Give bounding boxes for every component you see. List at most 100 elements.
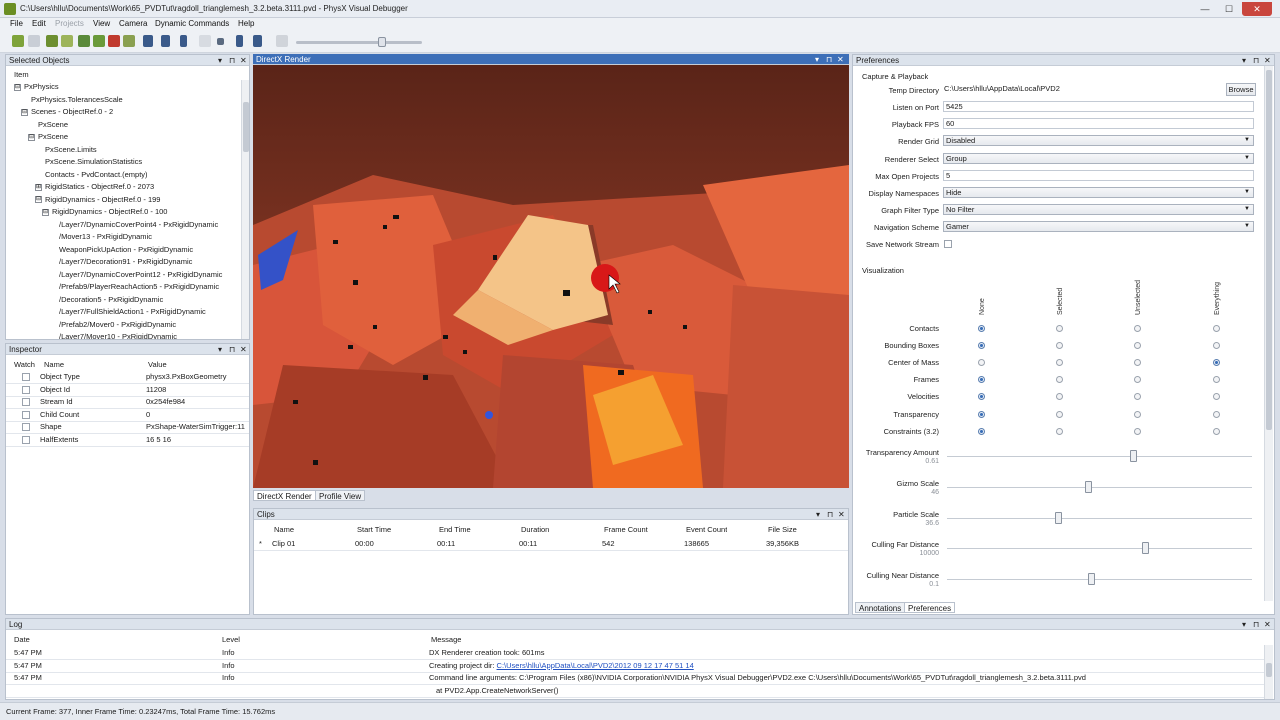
visualization-radio[interactable] — [1134, 410, 1141, 418]
visualization-radio[interactable] — [1134, 342, 1141, 350]
menu-view[interactable]: View — [93, 19, 110, 28]
minimize-button[interactable]: — — [1194, 2, 1216, 16]
watch-column-header[interactable]: Watch — [14, 360, 35, 369]
close-icon[interactable]: ✕ — [240, 55, 247, 66]
dropdown-icon[interactable]: ▾ — [218, 344, 222, 355]
visualization-radio[interactable] — [978, 427, 985, 435]
visualization-radio[interactable] — [1134, 393, 1141, 401]
pin-icon[interactable]: ⊓ — [1253, 55, 1259, 66]
step-back-icon[interactable] — [180, 35, 187, 47]
expand-toggle-icon[interactable]: ⊞ — [35, 183, 42, 191]
save-icon[interactable] — [61, 35, 73, 47]
log-scrollbar[interactable] — [1264, 645, 1273, 699]
pref-select[interactable]: Gamer ▼ — [943, 221, 1254, 233]
dropdown-icon[interactable]: ▾ — [218, 55, 222, 66]
menu-help[interactable]: Help — [238, 19, 254, 28]
add-all-icon[interactable] — [93, 35, 105, 47]
tree-item[interactable]: /Prefab9/PlayerReachAction5 - PxRigidDyn… — [49, 282, 219, 294]
tree-item[interactable]: /Mover13 - PxRigidDynamic — [49, 232, 152, 244]
slider-thumb[interactable] — [1085, 480, 1092, 493]
expand-toggle-icon[interactable]: ⊟ — [21, 108, 28, 116]
preferences-scrollbar[interactable] — [1264, 66, 1273, 601]
slider-track[interactable] — [947, 486, 1252, 488]
visualization-radio[interactable] — [978, 410, 985, 418]
pin-icon[interactable]: ⊓ — [1253, 619, 1259, 630]
visualization-radio[interactable] — [1213, 376, 1220, 384]
prev-frame-icon[interactable] — [161, 35, 170, 47]
step-forward-icon[interactable] — [236, 35, 243, 47]
tree-scrollbar[interactable] — [241, 80, 249, 339]
pref-select[interactable]: No Filter ▼ — [943, 204, 1254, 216]
tab-profile-view[interactable]: Profile View — [315, 490, 366, 501]
pref-input[interactable]: 60 — [943, 118, 1254, 130]
connect-icon[interactable] — [12, 35, 24, 47]
clip-name[interactable]: Clip 01 — [272, 539, 295, 548]
tree-item[interactable]: /Layer7/Mover10 - PxRigidDynamic — [49, 332, 177, 339]
tree-item[interactable]: ⊟ RigidDynamics - ObjectRef.0 - 100 — [42, 207, 167, 219]
visualization-radio[interactable] — [978, 359, 985, 367]
item-column-header[interactable]: Item — [14, 70, 29, 79]
tree-item[interactable]: ⊟ PxScene — [28, 132, 68, 144]
maximize-button[interactable]: ☐ — [1218, 2, 1240, 16]
render-panel[interactable]: DirectX Render ▾ ⊓ ✕ — [253, 54, 849, 488]
tree-item[interactable]: PxScene.SimulationStatistics — [35, 157, 142, 169]
remove-icon[interactable] — [108, 35, 120, 47]
log-scrollbar-thumb[interactable] — [1266, 663, 1272, 677]
slider-track[interactable] — [947, 548, 1252, 550]
add-icon[interactable] — [78, 35, 90, 47]
slider-thumb[interactable] — [1130, 450, 1137, 462]
tree-item[interactable]: ⊞ RigidStatics - ObjectRef.0 - 2073 — [35, 182, 154, 194]
expand-toggle-icon[interactable]: ⊟ — [28, 133, 35, 141]
tree-item[interactable]: /Layer7/DynamicCoverPoint12 - PxRigidDyn… — [49, 270, 222, 282]
dropdown-icon[interactable]: ▾ — [1242, 619, 1246, 630]
dropdown-icon[interactable]: ▾ — [816, 509, 820, 520]
menu-file[interactable]: File — [10, 19, 23, 28]
close-button[interactable]: ✕ — [1242, 2, 1272, 16]
watch-checkbox[interactable] — [22, 410, 30, 419]
tree-item[interactable]: /Decoration5 - PxRigidDynamic — [49, 295, 163, 307]
disconnect-icon[interactable] — [28, 35, 40, 47]
tab-annotations[interactable]: Annotations — [855, 602, 906, 613]
frame-slider[interactable] — [296, 41, 422, 44]
visualization-radio[interactable] — [1134, 359, 1141, 367]
watch-checkbox[interactable] — [22, 435, 30, 444]
clips-column-header[interactable]: Duration — [521, 525, 549, 534]
visualization-radio[interactable] — [1213, 427, 1220, 435]
menu-projects[interactable]: Projects — [55, 19, 84, 28]
tree-item[interactable]: ⊟ Scenes - ObjectRef.0 - 2 — [21, 107, 113, 119]
frame-slider-thumb[interactable] — [378, 37, 386, 47]
clips-column-header[interactable]: Frame Count — [604, 525, 648, 534]
level-column-header[interactable]: Level — [222, 635, 240, 644]
visualization-radio[interactable] — [1213, 393, 1220, 401]
visualization-radio[interactable] — [1213, 342, 1220, 350]
pref-input[interactable]: 5 — [943, 169, 1254, 181]
visualization-radio[interactable] — [1056, 376, 1063, 384]
visualization-radio[interactable] — [978, 342, 985, 350]
visualization-radio[interactable] — [978, 376, 985, 384]
menu-dynamic-commands[interactable]: Dynamic Commands — [155, 19, 229, 28]
visualization-radio[interactable] — [1134, 325, 1141, 332]
next-frame-icon[interactable] — [253, 35, 262, 47]
expand-toggle-icon[interactable]: ⊟ — [42, 208, 49, 216]
tree-item[interactable]: WeaponPickUpAction - PxRigidDynamic — [49, 245, 193, 257]
dropdown-icon[interactable]: ▾ — [1242, 55, 1246, 66]
scene-viewport[interactable] — [253, 65, 849, 488]
visualization-radio[interactable] — [1056, 342, 1063, 350]
pin-icon[interactable]: ⊓ — [229, 55, 235, 66]
expand-toggle-icon[interactable]: ⊟ — [14, 83, 21, 91]
pref-select[interactable]: Hide ▼ — [943, 187, 1254, 198]
tree-item[interactable]: PxPhysics.TolerancesScale — [21, 95, 123, 107]
tab-directx-render[interactable]: DirectX Render — [253, 490, 316, 501]
visualization-radio[interactable] — [1056, 410, 1063, 418]
name-column-header[interactable]: Name — [44, 360, 64, 369]
watch-checkbox[interactable] — [22, 373, 30, 381]
clips-column-header[interactable]: File Size — [768, 525, 797, 534]
visualization-radio[interactable] — [1213, 359, 1220, 367]
stop-icon[interactable] — [217, 38, 224, 45]
preferences-scrollbar-thumb[interactable] — [1266, 70, 1272, 430]
save-network-stream-checkbox[interactable] — [944, 240, 952, 248]
dropdown-icon[interactable]: ▾ — [815, 54, 819, 65]
watch-checkbox[interactable] — [22, 398, 30, 406]
slider-track[interactable] — [947, 579, 1252, 581]
visualization-radio[interactable] — [1056, 427, 1063, 435]
